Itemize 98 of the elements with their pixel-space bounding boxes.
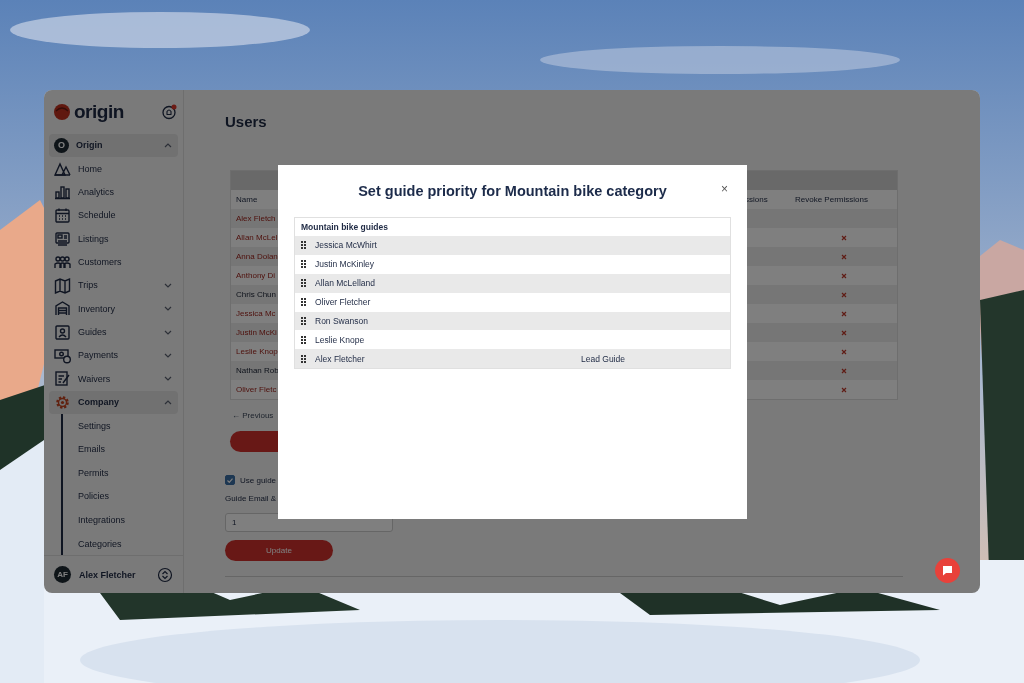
- chevron-down-icon: [164, 282, 172, 288]
- checkbox[interactable]: [225, 475, 235, 485]
- submenu-item[interactable]: Categories: [78, 531, 183, 556]
- user-name-link[interactable]: Justin McKi: [236, 328, 277, 337]
- field-label: Guide Email &: [225, 493, 278, 505]
- drag-handle-icon: [301, 241, 306, 250]
- user-name: Chris Chun: [236, 290, 276, 299]
- column-header: Revoke Permissions: [794, 195, 869, 204]
- guide-name: Oliver Fletcher: [315, 297, 372, 308]
- guide-name: Jessica McWhirt: [315, 240, 378, 251]
- workspace-switcher[interactable]: O Origin: [49, 133, 178, 157]
- guide-row[interactable]: Oliver Fletcher: [295, 292, 730, 312]
- user-name: Alex Fletcher: [79, 569, 137, 580]
- sidebar-item[interactable]: Customers: [49, 250, 178, 274]
- submenu-item[interactable]: Policies: [78, 484, 183, 509]
- user-name-link[interactable]: Oliver Fletc: [236, 385, 277, 394]
- column-header: Name: [235, 195, 259, 204]
- sidebar-item[interactable]: Schedule: [49, 203, 178, 227]
- guide-row[interactable]: Ron Swanson: [295, 311, 730, 331]
- card-icon: [54, 230, 71, 248]
- chevron-down-icon: [164, 329, 172, 335]
- id-card-icon: [54, 323, 71, 341]
- sidebar-item[interactable]: Analytics: [49, 180, 178, 204]
- gear-icon: [54, 393, 71, 411]
- people-icon: [54, 253, 71, 271]
- user-name-link[interactable]: Jessica Mc: [236, 309, 276, 318]
- revoke-icon[interactable]: [840, 234, 847, 241]
- sidebar-item[interactable]: Listings: [49, 227, 178, 251]
- revoke-icon[interactable]: [840, 386, 847, 393]
- submenu-item[interactable]: Settings: [78, 413, 183, 438]
- user-avatar: AF: [54, 566, 71, 584]
- banknote-icon: [54, 346, 71, 364]
- revoke-icon[interactable]: [840, 367, 847, 374]
- guide-name: Alex Fletcher: [315, 353, 366, 364]
- modal-title: Set guide priority for Mountain bike category: [358, 183, 667, 199]
- revoke-icon[interactable]: [840, 329, 847, 336]
- page-title: Users: [225, 112, 268, 132]
- guide-row[interactable]: Allan McLelland: [295, 273, 730, 293]
- user-name-link[interactable]: Anna Dolan: [236, 252, 278, 261]
- drag-handle-icon: [301, 298, 306, 307]
- garage-icon: [54, 300, 71, 318]
- chevron-down-icon: [164, 376, 172, 382]
- submenu-item[interactable]: Permits: [78, 461, 183, 485]
- sidebar-item[interactable]: Inventory: [49, 297, 178, 321]
- guide-row[interactable]: Leslie Knope: [295, 330, 730, 350]
- clipboard-icon: [54, 370, 71, 388]
- drag-handle-icon: [301, 260, 306, 269]
- user-name-link[interactable]: Anthony Di: [236, 271, 276, 280]
- list-title: Mountain bike guides: [300, 221, 389, 234]
- logo-icon: [53, 102, 71, 121]
- workspace-name: Origin: [76, 140, 104, 151]
- guide-name: Allan McLelland: [315, 278, 376, 289]
- chat-button[interactable]: [935, 558, 960, 583]
- guide-row[interactable]: Justin McKinley: [295, 254, 730, 274]
- notification-icon: [161, 103, 177, 120]
- revoke-icon[interactable]: [840, 348, 847, 355]
- revoke-icon[interactable]: [840, 253, 847, 260]
- sidebar-item[interactable]: Waivers: [49, 367, 178, 391]
- sidebar-item[interactable]: Guides: [49, 320, 178, 344]
- mountain-icon: [54, 160, 71, 178]
- submenu-item[interactable]: Integrations: [78, 508, 183, 532]
- sidebar-item[interactable]: Payments: [49, 343, 178, 368]
- switch-icon[interactable]: [157, 566, 173, 583]
- revoke-icon[interactable]: [840, 272, 847, 279]
- workspace-avatar: O: [54, 137, 69, 153]
- revoke-icon[interactable]: [840, 291, 847, 298]
- drag-handle-icon: [301, 279, 306, 288]
- submenu-item[interactable]: Emails: [78, 437, 183, 462]
- sidebar-item[interactable]: Trips: [49, 273, 178, 298]
- drag-handle-icon: [301, 354, 306, 363]
- close-button[interactable]: ×: [718, 182, 731, 196]
- guide-name: Leslie Knope: [315, 334, 366, 345]
- guide-name: Ron Swanson: [315, 316, 369, 326]
- chevron-up-icon: [164, 142, 172, 148]
- drag-handle-icon: [301, 317, 306, 325]
- calendar-icon: [54, 206, 71, 224]
- chevron-down-icon: [164, 306, 172, 312]
- guide-role: Lead Guide: [581, 353, 626, 364]
- map-icon: [54, 276, 71, 294]
- logo-text: origin: [74, 100, 124, 123]
- check-icon: [227, 477, 233, 483]
- revoke-icon[interactable]: [840, 310, 847, 317]
- guide-row[interactable]: Alex Fletcher Lead Guide: [295, 349, 730, 369]
- sidebar-item[interactable]: Home: [49, 156, 178, 181]
- chat-icon: [942, 565, 953, 576]
- checkbox-label: Use guide: [240, 475, 277, 485]
- bar-chart-icon: [54, 183, 71, 201]
- drag-handle-icon: [301, 335, 306, 344]
- chevron-down-icon: [164, 352, 172, 358]
- user-name-link[interactable]: Allan McLel: [236, 233, 278, 242]
- guide-name: Justin McKinley: [315, 259, 376, 270]
- chevron-up-icon: [164, 399, 172, 405]
- sidebar-item[interactable]: Company: [49, 390, 178, 414]
- user-name: Nathan Rob: [236, 366, 279, 375]
- guide-row[interactable]: Jessica McWhirt: [295, 236, 730, 255]
- user-name-link[interactable]: Alex Fletch: [236, 214, 276, 223]
- user-name-link[interactable]: Leslie Knop: [236, 347, 278, 356]
- update-button[interactable]: Update: [225, 540, 333, 561]
